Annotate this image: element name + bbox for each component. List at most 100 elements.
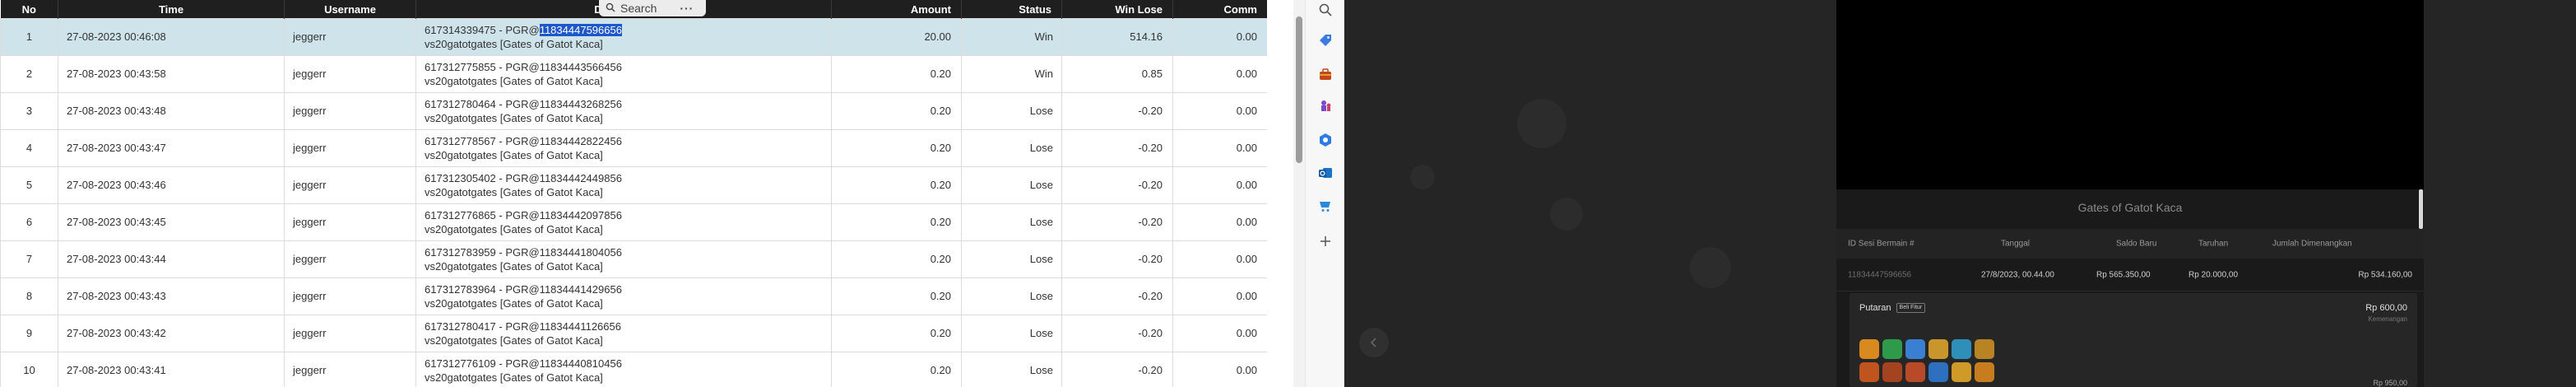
cell-no: 7 bbox=[0, 240, 58, 278]
header-amount[interactable]: Amount bbox=[831, 0, 962, 18]
cell-comm: 0.00 bbox=[1172, 54, 1267, 93]
slot-symbol-icon bbox=[1929, 339, 1948, 359]
cell-amount: 0.20 bbox=[831, 351, 962, 387]
description-id: 617312775855 - PGR@11834443566456 bbox=[425, 60, 622, 73]
cell-amount: 0.20 bbox=[831, 54, 962, 93]
description-game: vs20gatotgates [Gates of Gatot Kaca] bbox=[425, 333, 603, 347]
cell-no: 4 bbox=[0, 128, 58, 167]
slot-symbol-icon bbox=[1882, 362, 1902, 382]
cell-win-lose: 514.16 bbox=[1061, 17, 1173, 56]
cell-status: Lose bbox=[961, 277, 1062, 315]
cell-status: Lose bbox=[961, 91, 1062, 130]
spin-amount-label: Kemenangan bbox=[2368, 315, 2407, 323]
description-game: vs20gatotgates [Gates of Gatot Kaca] bbox=[425, 148, 603, 161]
shopping-icon[interactable] bbox=[1316, 196, 1335, 216]
description-game: vs20gatotgates [Gates of Gatot Kaca] bbox=[425, 371, 603, 384]
tag-icon[interactable] bbox=[1316, 30, 1335, 50]
cell-status: Win bbox=[961, 17, 1062, 56]
description-game: vs20gatotgates [Gates of Gatot Kaca] bbox=[425, 74, 603, 87]
panel-scrollbar[interactable] bbox=[2419, 189, 2423, 229]
cell-win-lose: -0.20 bbox=[1061, 91, 1173, 130]
cell-status: Lose bbox=[961, 240, 1062, 278]
description-id: 617312780464 - PGR@11834443268256 bbox=[425, 97, 622, 110]
cell-status: Lose bbox=[961, 203, 1062, 241]
chevron-left-icon bbox=[1370, 338, 1376, 347]
table-row[interactable]: 10 27-08-2023 00:43:41 jeggerr 617312776109… bbox=[0, 351, 1267, 387]
cell-comm: 0.00 bbox=[1172, 277, 1267, 315]
chess-icon[interactable] bbox=[1316, 96, 1335, 116]
cell-win-lose: -0.20 bbox=[1061, 128, 1173, 167]
cell-time: 27-08-2023 00:43:58 bbox=[58, 54, 285, 93]
find-bar-label[interactable]: Search bbox=[620, 2, 657, 15]
col-balance: Saldo Baru bbox=[2116, 239, 2157, 249]
col-session-id: ID Sesi Bermain # bbox=[1848, 239, 1915, 249]
cell-comm: 0.00 bbox=[1172, 240, 1267, 278]
cell-status: Lose bbox=[961, 166, 1062, 204]
header-status[interactable]: Status bbox=[961, 0, 1062, 18]
col-date: Tanggal bbox=[2001, 239, 2031, 249]
panel-data-row[interactable]: 11834447596656 27/8/2023, 00.44.00 Rp 56… bbox=[1836, 259, 2424, 291]
table-row[interactable]: 5 27-08-2023 00:43:46 jeggerr 617312305402 … bbox=[0, 166, 1267, 204]
table-row[interactable]: 2 27-08-2023 00:43:58 jeggerr 617312775855 … bbox=[0, 54, 1267, 93]
add-icon[interactable] bbox=[1316, 231, 1335, 251]
cell-time: 27-08-2023 00:43:45 bbox=[58, 203, 285, 241]
description-id: 617312776109 - PGR@11834440810456 bbox=[425, 357, 622, 370]
description-id: 617312305402 - PGR@11834442449856 bbox=[425, 171, 622, 184]
cell-no: 1 bbox=[0, 17, 58, 56]
header-win-lose[interactable]: Win Lose bbox=[1061, 0, 1173, 18]
copilot-icon[interactable] bbox=[1316, 130, 1335, 150]
game-video-area bbox=[1836, 0, 2424, 189]
header-no[interactable]: No bbox=[0, 0, 58, 18]
slot-symbol-icon bbox=[1859, 339, 1879, 359]
row-win: Rp 534.160,00 bbox=[2358, 270, 2412, 279]
table-row[interactable]: 4 27-08-2023 00:43:47 jeggerr 617312778567 … bbox=[0, 128, 1267, 167]
table-row[interactable]: 6 27-08-2023 00:43:45 jeggerr 617312776865 … bbox=[0, 203, 1267, 241]
more-icon[interactable]: ··· bbox=[680, 2, 694, 15]
header-time[interactable]: Time bbox=[58, 0, 285, 18]
description-game: vs20gatotgates [Gates of Gatot Kaca] bbox=[425, 111, 603, 124]
search-icon bbox=[606, 2, 615, 15]
table-row[interactable]: 9 27-08-2023 00:43:42 jeggerr 617312780417 … bbox=[0, 314, 1267, 352]
cell-amount: 0.20 bbox=[831, 91, 962, 130]
row-bet: Rp 20.000,00 bbox=[2188, 270, 2239, 279]
description-id: 617312780417 - PGR@11834441126656 bbox=[425, 319, 621, 333]
description-id: 617312783959 - PGR@11834441804056 bbox=[425, 245, 622, 259]
cell-comm: 0.00 bbox=[1172, 203, 1267, 241]
table-row[interactable]: 1 27-08-2023 00:46:08 jeggerr 617314339475 … bbox=[0, 17, 1267, 56]
spin-details: Putaran Beli Fitur Rp 600,00 Kemenangan … bbox=[1850, 293, 2417, 387]
cell-time: 27-08-2023 00:43:41 bbox=[58, 351, 285, 387]
outlook-icon[interactable] bbox=[1316, 163, 1335, 183]
cell-amount: 0.20 bbox=[831, 203, 962, 241]
cell-comm: 0.00 bbox=[1172, 351, 1267, 387]
briefcase-icon[interactable] bbox=[1316, 64, 1335, 84]
cell-description: 617312775855 - PGR@11834443566456 vs20gat… bbox=[415, 54, 832, 93]
spin-amount-secondary: Rp 950,00 bbox=[2373, 379, 2407, 387]
description-id: 617312778567 - PGR@11834442822456 bbox=[425, 134, 622, 147]
slot-symbol-icon bbox=[1929, 362, 1948, 382]
search-icon[interactable] bbox=[1316, 0, 1335, 20]
cell-username: jeggerr bbox=[284, 54, 416, 93]
header-comm[interactable]: Comm bbox=[1172, 0, 1267, 18]
buy-feature-badge: Beli Fitur bbox=[1896, 303, 1926, 313]
header-username[interactable]: Username bbox=[284, 0, 416, 18]
cell-username: jeggerr bbox=[284, 17, 416, 56]
cell-status: Lose bbox=[961, 128, 1062, 167]
cell-comm: 0.00 bbox=[1172, 128, 1267, 167]
cell-win-lose: -0.20 bbox=[1061, 240, 1173, 278]
cell-amount: 0.20 bbox=[831, 166, 962, 204]
find-bar[interactable]: Search ··· bbox=[599, 0, 706, 16]
description-id: 617312776865 - PGR@11834442097856 bbox=[425, 208, 622, 221]
page-scrollbar-thumb[interactable] bbox=[1296, 16, 1302, 163]
cell-amount: 20.00 bbox=[831, 17, 962, 56]
panel-header-row: ID Sesi Bermain # Tanggal Saldo Baru Tar… bbox=[1836, 229, 2424, 259]
spin-title: Putaran bbox=[1859, 303, 1891, 313]
cell-time: 27-08-2023 00:43:43 bbox=[58, 277, 285, 315]
cell-description: 617312776865 - PGR@11834442097856 vs20gat… bbox=[415, 203, 832, 241]
spin-amount: Rp 600,00 bbox=[2365, 303, 2407, 313]
cell-username: jeggerr bbox=[284, 166, 416, 204]
cell-win-lose: -0.20 bbox=[1061, 277, 1173, 315]
back-button[interactable] bbox=[1359, 328, 1389, 357]
table-row[interactable]: 3 27-08-2023 00:43:48 jeggerr 617312780464 … bbox=[0, 91, 1267, 130]
table-row[interactable]: 8 27-08-2023 00:43:43 jeggerr 617312783964 … bbox=[0, 277, 1267, 315]
table-row[interactable]: 7 27-08-2023 00:43:44 jeggerr 617312783959 … bbox=[0, 240, 1267, 278]
